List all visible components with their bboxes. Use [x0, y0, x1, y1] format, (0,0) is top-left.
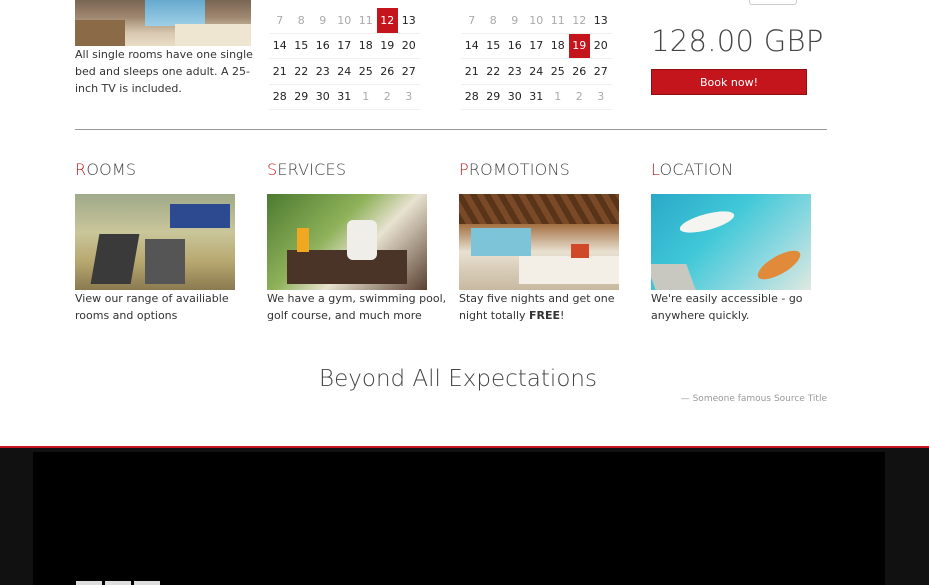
- location-image[interactable]: [651, 194, 811, 290]
- footer-content-area: [33, 452, 885, 585]
- dropdown-edge[interactable]: [749, 0, 797, 5]
- calendar-day[interactable]: 10: [333, 8, 355, 34]
- footer-thumbnail-1[interactable]: [76, 581, 102, 585]
- calendar-day[interactable]: 19: [568, 33, 590, 59]
- calendar-day[interactable]: 18: [547, 34, 569, 59]
- calendar-day[interactable]: 1: [547, 85, 569, 110]
- room-thumbnail[interactable]: [75, 0, 251, 46]
- rooms-image[interactable]: [75, 194, 235, 290]
- calendar-day[interactable]: 9: [504, 8, 526, 34]
- calendar-day[interactable]: 7: [461, 8, 483, 34]
- calendar-day[interactable]: 20: [590, 34, 612, 59]
- calendar-day[interactable]: 13: [590, 8, 612, 34]
- section-divider: [75, 129, 827, 130]
- calendar-day[interactable]: 12: [568, 8, 590, 34]
- gym-bench-shape: [145, 239, 185, 284]
- promotions-image[interactable]: [459, 194, 619, 290]
- quote-source: — Someone famous Source Title: [680, 394, 827, 404]
- calendar-day[interactable]: 26: [568, 59, 590, 85]
- services-text: We have a gym, swimming pool, golf cours…: [267, 292, 447, 322]
- footer-thumbnail-2[interactable]: [105, 581, 131, 585]
- room-description: All single rooms have one single bed and…: [75, 48, 253, 95]
- calendar-day[interactable]: 16: [312, 34, 334, 59]
- calendar-day[interactable]: 11: [355, 8, 377, 34]
- book-now-button[interactable]: Book now!: [651, 69, 807, 95]
- calendar-day[interactable]: 17: [333, 34, 355, 59]
- calendar-day[interactable]: 3: [590, 85, 612, 110]
- calendar-day[interactable]: 23: [504, 59, 526, 85]
- rooms-text: View our range of availiable rooms and o…: [75, 292, 229, 322]
- calendar-day[interactable]: 2: [376, 85, 398, 110]
- calendar-day[interactable]: 28: [461, 85, 483, 110]
- calendar-month-1: 7 8 9 10 11 12 13 14 15 16 17 18 19 20 21 22 23 24 25 26 27 2…: [269, 8, 420, 110]
- calendar-day[interactable]: 17: [525, 34, 547, 59]
- location-text: We're easily accessible - go anywhere qu…: [651, 292, 803, 322]
- calendar-day[interactable]: 16: [504, 34, 526, 59]
- gym-screen-shape: [170, 204, 230, 228]
- bed-shape: [519, 256, 619, 284]
- calendar-day[interactable]: 23: [312, 59, 334, 85]
- rooms-heading[interactable]: ROOMS: [75, 160, 136, 179]
- calendar-day[interactable]: 14: [269, 34, 291, 59]
- teapot-shape: [347, 220, 377, 260]
- calendar-day[interactable]: 30: [312, 85, 334, 110]
- calendar-day[interactable]: 30: [504, 85, 526, 110]
- calendar-day[interactable]: 22: [482, 59, 504, 85]
- free-label: FREE: [529, 309, 561, 322]
- calendar-day[interactable]: 24: [333, 59, 355, 85]
- calendar-day[interactable]: 28: [269, 85, 291, 110]
- calendar-day[interactable]: 18: [355, 34, 377, 59]
- calendar-day[interactable]: 27: [398, 59, 420, 85]
- calendar-day[interactable]: 29: [290, 85, 312, 110]
- footer-thumbnail-3[interactable]: [134, 581, 160, 585]
- calendar-day[interactable]: 10: [525, 8, 547, 34]
- calendar-day[interactable]: 21: [461, 59, 483, 85]
- calendar-month-2: 7 8 9 10 11 12 13 14 15 16 17 18 19 20 21 22 23 24 25 26 27 2…: [461, 8, 612, 110]
- calendar-day[interactable]: 12: [376, 8, 398, 34]
- calendar-day[interactable]: 15: [290, 34, 312, 59]
- calendar-day[interactable]: 1: [355, 85, 377, 110]
- calendar-day[interactable]: 2: [568, 85, 590, 110]
- calendar-day[interactable]: 14: [461, 34, 483, 59]
- room-price: 128.00 GBP: [651, 24, 824, 58]
- calendar-day[interactable]: 31: [525, 85, 547, 110]
- white-boat-shape: [677, 207, 737, 237]
- shore-shape: [651, 264, 696, 290]
- calendar-day[interactable]: 11: [547, 8, 569, 34]
- services-image[interactable]: [267, 194, 427, 290]
- calendar-day[interactable]: 7: [269, 8, 291, 34]
- orange-boat-shape: [753, 245, 805, 285]
- bed-image-part: [175, 24, 251, 46]
- calendar-day[interactable]: 29: [482, 85, 504, 110]
- calendar-day[interactable]: 25: [547, 59, 569, 85]
- calendar-day[interactable]: 20: [398, 34, 420, 59]
- calendar-day[interactable]: 19: [376, 34, 398, 59]
- calendar-day[interactable]: 8: [290, 8, 312, 34]
- calendar-day[interactable]: 9: [312, 8, 334, 34]
- location-heading[interactable]: LOCATION: [651, 160, 733, 179]
- window-image-part: [145, 0, 205, 26]
- calendar-day[interactable]: 26: [376, 59, 398, 85]
- calendar-day[interactable]: 31: [333, 85, 355, 110]
- calendar-day[interactable]: 21: [269, 59, 291, 85]
- calendar-day[interactable]: 25: [355, 59, 377, 85]
- pillow-shape: [571, 244, 589, 258]
- calendar-day[interactable]: 13: [398, 8, 420, 34]
- services-heading[interactable]: SERVICES: [267, 160, 346, 179]
- calendar-day[interactable]: 8: [482, 8, 504, 34]
- sea-view-shape: [471, 228, 531, 256]
- calendar-day[interactable]: 24: [525, 59, 547, 85]
- promotions-text: Stay five nights and get one night total…: [459, 292, 615, 322]
- calendar-day[interactable]: 22: [290, 59, 312, 85]
- calendar-day[interactable]: 3: [398, 85, 420, 110]
- promotions-heading[interactable]: PROMOTIONS: [459, 160, 570, 179]
- sofa-image-part: [75, 20, 125, 46]
- juice-glass-shape: [297, 228, 309, 252]
- calendar-day[interactable]: 15: [482, 34, 504, 59]
- calendar-day[interactable]: 27: [590, 59, 612, 85]
- gym-machine-shape: [90, 234, 140, 284]
- roof-shape: [459, 194, 619, 224]
- tagline-quote: Beyond All Expectations: [319, 366, 597, 392]
